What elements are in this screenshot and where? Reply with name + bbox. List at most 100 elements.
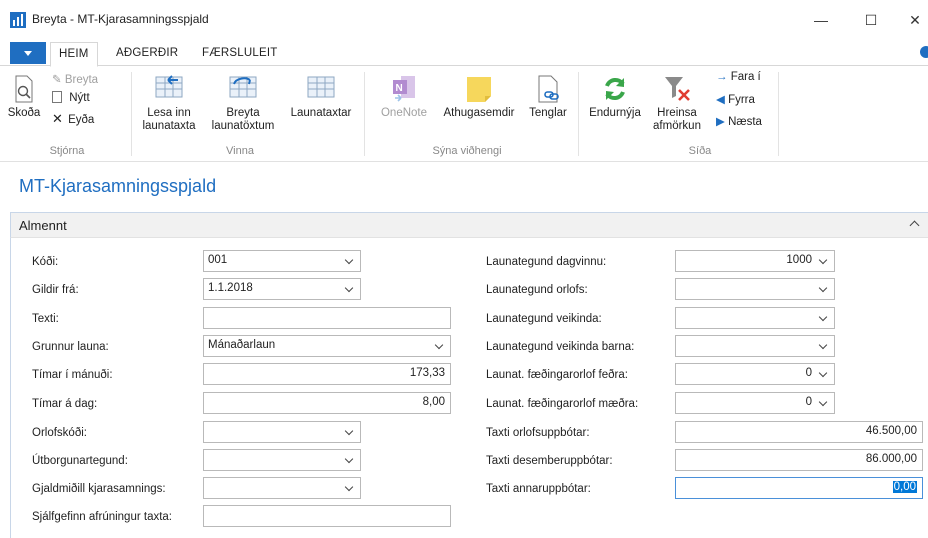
taxti-annaruppbotar-input[interactable]: 0,00 <box>675 477 923 499</box>
faedingarorlof-maedra-select[interactable]: 0 <box>675 392 835 414</box>
nytt-button[interactable]: Nýtt <box>52 91 90 104</box>
clear-filter-icon <box>665 77 690 101</box>
onenote-label: OneNote <box>380 107 428 119</box>
timar-i-manudi-input[interactable]: 173,33 <box>203 363 451 385</box>
chevron-down-icon[interactable] <box>818 397 828 407</box>
endurnyja-button[interactable]: Endurnýja <box>584 74 646 120</box>
chevron-down-icon[interactable] <box>344 283 354 293</box>
field-label-launategund-veikinda-barna: Launategund veikinda barna: <box>486 341 635 353</box>
chevron-down-icon[interactable] <box>818 312 828 322</box>
fara-i-label: Fara í <box>730 71 761 83</box>
note-icon <box>467 77 491 102</box>
section-title: Almennt <box>19 218 67 233</box>
help-icon[interactable] <box>920 46 928 58</box>
file-menu-button[interactable] <box>10 42 46 64</box>
chevron-down-icon[interactable] <box>818 283 828 293</box>
edit-table-icon <box>229 76 257 98</box>
athugasemdir-button[interactable]: Athugasemdir <box>438 74 520 120</box>
delete-icon: ✕ <box>52 111 63 126</box>
minimize-button[interactable]: — <box>806 8 836 32</box>
link-icon <box>538 75 559 103</box>
field-label-timar-i-manudi: Tímar í mánuði: <box>32 369 113 381</box>
breyta-launatoxtum-label-2: launatöxtum <box>211 120 275 132</box>
pencil-icon: ✎ <box>52 74 62 86</box>
breyta-launatoxtum-button[interactable]: Breyta launatöxtum <box>208 74 278 133</box>
chevron-down-icon[interactable] <box>344 426 354 436</box>
field-label-taxti-desemberuppbotar: Taxti desemberuppbótar: <box>486 455 613 467</box>
launategund-dagvinnu-select[interactable]: 1000 <box>675 250 835 272</box>
field-label-faedingarorlof-fedra: Launat. fæðingarorlof feðra: <box>486 369 628 381</box>
fyrra-button[interactable]: ◀ Fyrra <box>716 92 755 106</box>
breyta-launatoxtum-label-1: Breyta <box>226 107 260 119</box>
afruningur-input[interactable] <box>203 505 451 527</box>
utborgunartegund-select[interactable] <box>203 449 361 471</box>
chevron-down-icon[interactable] <box>434 340 444 350</box>
ribbon-separator <box>364 72 365 156</box>
arrow-right-icon: → <box>716 71 728 83</box>
chevron-down-icon[interactable] <box>818 340 828 350</box>
field-label-taxti-annaruppbotar: Taxti annaruppbótar: <box>486 483 591 495</box>
vinna-group-label: Vinna <box>226 145 254 157</box>
taxti-desemberuppbotar-input[interactable]: 86.000,00 <box>675 449 923 471</box>
hreinsa-afmorkun-button[interactable]: Hreinsa afmörkun <box>648 74 706 133</box>
field-label-launategund-veikinda: Launategund veikinda: <box>486 313 602 325</box>
lesa-inn-launataxta-button[interactable]: Lesa inn launataxta <box>136 74 202 133</box>
chevron-down-icon[interactable] <box>818 255 828 265</box>
field-label-launategund-orlofs: Launategund orlofs: <box>486 284 588 296</box>
taxti-orlofsuppbotar-input[interactable]: 46.500,00 <box>675 421 923 443</box>
gjaldmidill-select[interactable] <box>203 477 361 499</box>
nytt-label: Nýtt <box>69 92 90 104</box>
section-header-almennt[interactable]: Almennt <box>10 212 928 238</box>
onenote-button[interactable]: N OneNote <box>376 74 432 120</box>
timar-a-dag-value: 8,00 <box>422 396 445 408</box>
hreinsa-label-2: afmörkun <box>653 120 701 132</box>
grunnur-launa-select[interactable]: Mánaðarlaun <box>203 335 451 357</box>
field-label-faedingarorlof-maedra: Launat. fæðingarorlof mæðra: <box>486 398 639 410</box>
skoda-label: Skoða <box>7 107 41 119</box>
chevron-up-icon[interactable] <box>909 220 920 231</box>
athugasemdir-label: Athugasemdir <box>443 107 515 119</box>
skoda-button[interactable]: Skoða <box>6 74 42 120</box>
tenglar-label: Tenglar <box>529 107 567 119</box>
sida-group-label: Síða <box>688 145 712 157</box>
breyta-button[interactable]: ✎ Breyta <box>52 72 98 86</box>
chevron-down-icon[interactable] <box>344 482 354 492</box>
page-title: MT-Kjarasamningsspjald <box>19 176 217 196</box>
field-label-grunnur-launa: Grunnur launa: <box>32 341 109 353</box>
kodi-select[interactable]: 001 <box>203 250 361 272</box>
launategund-veikinda-select[interactable] <box>675 307 835 329</box>
launataxtar-button[interactable]: Launataxtar <box>286 74 356 120</box>
chevron-down-icon[interactable] <box>818 368 828 378</box>
maximize-button[interactable]: ☐ <box>856 8 886 32</box>
tenglar-button[interactable]: Tenglar <box>522 74 574 120</box>
ribbon-tab-bar: HEIM AÐGERÐIR FÆRSLULEIT <box>0 40 928 67</box>
eyda-button[interactable]: ✕ Eyða <box>52 111 94 127</box>
field-label-taxti-orlofsuppbotar: Taxti orlofsuppbótar: <box>486 427 590 439</box>
chevron-down-icon[interactable] <box>344 454 354 464</box>
texti-input[interactable] <box>203 307 451 329</box>
new-document-icon <box>52 91 62 103</box>
naesta-button[interactable]: ▶ Næsta <box>716 114 762 128</box>
close-button[interactable]: ✕ <box>900 8 928 32</box>
taxti-desemberuppbotar-value: 86.000,00 <box>865 453 917 465</box>
field-label-orlofskodi: Orlofskóði: <box>32 427 87 439</box>
syna-vidhengi-group-label: Sýna viðhengi <box>432 145 502 157</box>
app-icon <box>10 12 26 28</box>
chevron-down-icon[interactable] <box>344 255 354 265</box>
field-label-utborgunartegund: Útborgunartegund: <box>32 455 128 467</box>
field-label-texti: Texti: <box>32 313 59 325</box>
breyta-label: Breyta <box>64 74 99 86</box>
timar-a-dag-input[interactable]: 8,00 <box>203 392 451 414</box>
tab-faersluleit[interactable]: FÆRSLULEIT <box>194 42 286 67</box>
grunnur-launa-value: Mánaðarlaun <box>208 339 276 351</box>
launategund-veikinda-barna-select[interactable] <box>675 335 835 357</box>
view-icon <box>15 75 33 103</box>
tab-adgerdir[interactable]: AÐGERÐIR <box>108 42 186 67</box>
fara-i-button[interactable]: → Fara í <box>716 71 761 83</box>
launategund-orlofs-select[interactable] <box>675 278 835 300</box>
tab-heim[interactable]: HEIM <box>50 42 98 67</box>
orlofskodi-select[interactable] <box>203 421 361 443</box>
launategund-dagvinnu-value: 1000 <box>786 254 812 266</box>
faedingarorlof-fedra-select[interactable]: 0 <box>675 363 835 385</box>
gildir-fra-select[interactable]: 1.1.2018 <box>203 278 361 300</box>
